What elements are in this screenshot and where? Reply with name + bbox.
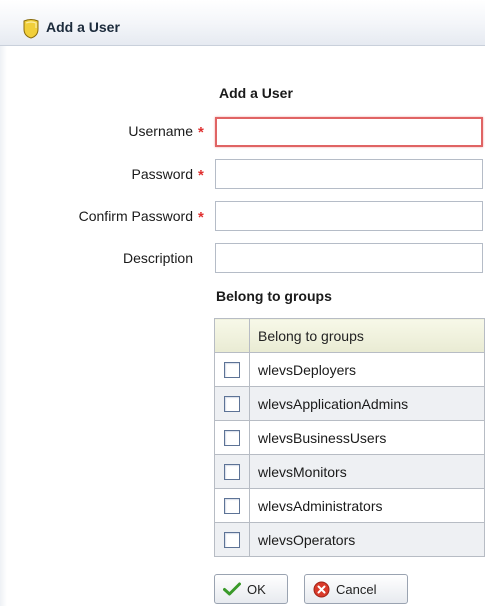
- ok-label: OK: [247, 581, 266, 597]
- groups-section-title: Belong to groups: [216, 288, 332, 304]
- group-checkbox[interactable]: [224, 498, 240, 515]
- required-marker: *: [198, 167, 204, 184]
- table-row: wlevsOperators: [214, 522, 485, 557]
- groups-table: Belong to groups wlevsDeployers wlevsApp…: [214, 318, 485, 557]
- ok-button[interactable]: OK: [214, 574, 288, 604]
- username-label: Username: [128, 123, 193, 139]
- required-marker: *: [198, 209, 204, 226]
- description-label: Description: [122, 250, 193, 266]
- table-row: wlevsAdministrators: [214, 488, 485, 523]
- group-checkbox[interactable]: [224, 396, 240, 413]
- confirm-password-label: Confirm Password: [78, 208, 193, 224]
- cancel-icon: [313, 581, 330, 597]
- password-field[interactable]: [215, 159, 483, 189]
- checkmark-icon: [223, 582, 241, 596]
- group-name: wlevsDeployers: [249, 352, 485, 387]
- group-checkbox[interactable]: [224, 362, 240, 379]
- group-name: wlevsAdministrators: [249, 488, 485, 523]
- cancel-button[interactable]: Cancel: [304, 574, 408, 604]
- group-name: wlevsMonitors: [249, 454, 485, 489]
- shield-icon: [23, 19, 39, 39]
- description-field[interactable]: [215, 243, 483, 273]
- username-field[interactable]: [215, 117, 483, 147]
- group-name: wlevsBusinessUsers: [249, 420, 485, 455]
- panel-border: [0, 46, 7, 606]
- group-name: wlevsApplicationAdmins: [249, 386, 485, 421]
- group-checkbox[interactable]: [224, 532, 240, 549]
- group-checkbox[interactable]: [224, 464, 240, 481]
- table-row: wlevsBusinessUsers: [214, 420, 485, 455]
- required-marker: *: [198, 124, 204, 141]
- confirm-password-field[interactable]: [215, 201, 483, 231]
- panel-header: Add a User: [0, 0, 485, 46]
- form-title: Add a User: [219, 85, 293, 101]
- group-name: wlevsOperators: [249, 522, 485, 557]
- panel-title: Add a User: [46, 19, 120, 35]
- group-checkbox[interactable]: [224, 430, 240, 447]
- table-row: wlevsMonitors: [214, 454, 485, 489]
- table-row: wlevsApplicationAdmins: [214, 386, 485, 421]
- cancel-label: Cancel: [336, 581, 377, 597]
- table-row: wlevsDeployers: [214, 352, 485, 387]
- password-label: Password: [131, 166, 193, 182]
- select-column-header: [214, 318, 250, 353]
- groups-column-header[interactable]: Belong to groups: [249, 318, 485, 353]
